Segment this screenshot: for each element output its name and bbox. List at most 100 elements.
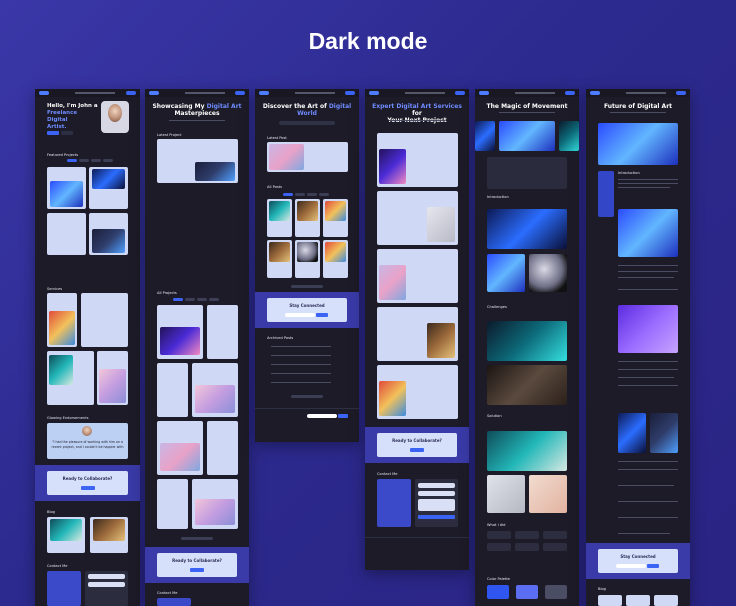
- table-of-contents[interactable]: [598, 171, 614, 217]
- subscribe-button[interactable]: [316, 313, 328, 317]
- archive-item[interactable]: [271, 346, 331, 347]
- send-button[interactable]: [418, 515, 455, 519]
- filter-tab-4[interactable]: [319, 193, 329, 196]
- nav-cta-button[interactable]: [235, 91, 245, 95]
- logo-icon: [39, 91, 49, 95]
- filter-tab-4[interactable]: [209, 298, 219, 301]
- project-image: [160, 327, 200, 355]
- post-image: [269, 201, 290, 221]
- role-item: [487, 531, 511, 539]
- screen-services: Expert Digital Art Services forYour Next…: [365, 89, 469, 570]
- palette-swatch: [487, 585, 509, 599]
- post-image: [297, 201, 318, 221]
- article-image-small: [650, 413, 678, 453]
- project-image: [92, 169, 125, 189]
- latest-project-image: [195, 162, 235, 181]
- blog-card[interactable]: [598, 595, 622, 606]
- nav-cta-button[interactable]: [565, 91, 575, 95]
- post-image: [297, 242, 318, 262]
- screen-blog: Discover the Art of Digital World Latest …: [255, 89, 359, 442]
- project-card[interactable]: [157, 363, 188, 417]
- section-introduction: Introduction: [487, 195, 509, 199]
- footer-input[interactable]: [307, 414, 337, 418]
- cta-button[interactable]: [410, 448, 424, 452]
- pagination[interactable]: [181, 537, 213, 540]
- section-endorsements: Glowing Endorsements: [47, 416, 89, 420]
- contact-input[interactable]: [88, 582, 125, 587]
- filter-tab-2[interactable]: [79, 159, 89, 162]
- archive-item[interactable]: [271, 373, 331, 374]
- filter-tab-all[interactable]: [173, 298, 183, 301]
- search-input[interactable]: [279, 121, 335, 125]
- filter-tab-2[interactable]: [185, 298, 195, 301]
- top-nav: [475, 89, 579, 97]
- filter-tab-3[interactable]: [197, 298, 207, 301]
- contact-panel: [157, 598, 191, 606]
- hero-button[interactable]: [47, 131, 59, 135]
- project-image: [160, 443, 200, 471]
- page-heading: Dark mode: [308, 28, 428, 54]
- contact-input[interactable]: [88, 574, 125, 579]
- blog-card[interactable]: [626, 595, 650, 606]
- filter-tab-all[interactable]: [283, 193, 293, 196]
- footer-subscribe-button[interactable]: [338, 414, 348, 418]
- filter-tab-3[interactable]: [91, 159, 101, 162]
- newsletter-title: Stay Connected: [289, 303, 325, 308]
- project-card[interactable]: [157, 479, 188, 529]
- section-latest: Latest Project: [157, 133, 182, 137]
- filter-tab-3[interactable]: [307, 193, 317, 196]
- contact-input[interactable]: [418, 491, 455, 496]
- pagination[interactable]: [291, 395, 323, 398]
- top-nav: [365, 89, 469, 97]
- blog-image: [93, 519, 125, 541]
- top-nav: [255, 89, 359, 97]
- section-all-posts: All Posts: [267, 185, 282, 189]
- section-contact: Contact Me: [47, 564, 68, 568]
- solution-image-small: [487, 475, 525, 513]
- article-image: [618, 305, 678, 353]
- archive-item[interactable]: [271, 355, 331, 356]
- screen-article: Future of Digital Art Introduction Stay …: [586, 89, 690, 606]
- project-card[interactable]: [207, 421, 238, 475]
- contact-input[interactable]: [418, 483, 455, 488]
- testimonial-avatar: [82, 426, 92, 436]
- nav-cta-button[interactable]: [676, 91, 686, 95]
- section-solution: Solution: [487, 414, 502, 418]
- filter-tab-all[interactable]: [67, 159, 77, 162]
- intro-image: [487, 209, 567, 249]
- newsletter-input[interactable]: [285, 313, 315, 317]
- post-image: [269, 242, 290, 262]
- project-card[interactable]: [47, 213, 86, 255]
- archive-item[interactable]: [271, 382, 331, 383]
- archive-item[interactable]: [271, 364, 331, 365]
- hero-secondary-button[interactable]: [61, 131, 73, 135]
- nav-cta-button[interactable]: [345, 91, 355, 95]
- cta-button[interactable]: [190, 568, 204, 572]
- palette-swatch: [545, 585, 567, 599]
- section-contact: Contact Me: [157, 591, 178, 595]
- blog-card[interactable]: [654, 595, 678, 606]
- cta-button[interactable]: [81, 486, 95, 490]
- nav-cta-button[interactable]: [126, 91, 136, 95]
- case-title: The Magic of Movement: [486, 103, 568, 110]
- service-card[interactable]: [81, 293, 128, 347]
- filter-tab-2[interactable]: [295, 193, 305, 196]
- article-hero-image: [598, 123, 678, 165]
- logo-icon: [369, 91, 379, 95]
- cta-title: Ready to Collaborate?: [392, 438, 442, 443]
- contact-message[interactable]: [418, 499, 455, 511]
- pagination[interactable]: [291, 285, 323, 288]
- nav-cta-button[interactable]: [455, 91, 465, 95]
- project-image: [50, 181, 83, 207]
- filter-tab-4[interactable]: [103, 159, 113, 162]
- section-featured: Featured Projects: [47, 153, 79, 157]
- section-palette: Color Palette: [487, 577, 510, 581]
- hero-image-left: [475, 121, 495, 151]
- section-all-projects: All Projects: [157, 291, 177, 295]
- top-nav: [35, 89, 140, 97]
- contact-panel: [377, 479, 411, 527]
- project-image: [195, 499, 235, 525]
- subscribe-button[interactable]: [647, 564, 659, 568]
- newsletter-input[interactable]: [616, 564, 646, 568]
- project-card[interactable]: [207, 305, 238, 359]
